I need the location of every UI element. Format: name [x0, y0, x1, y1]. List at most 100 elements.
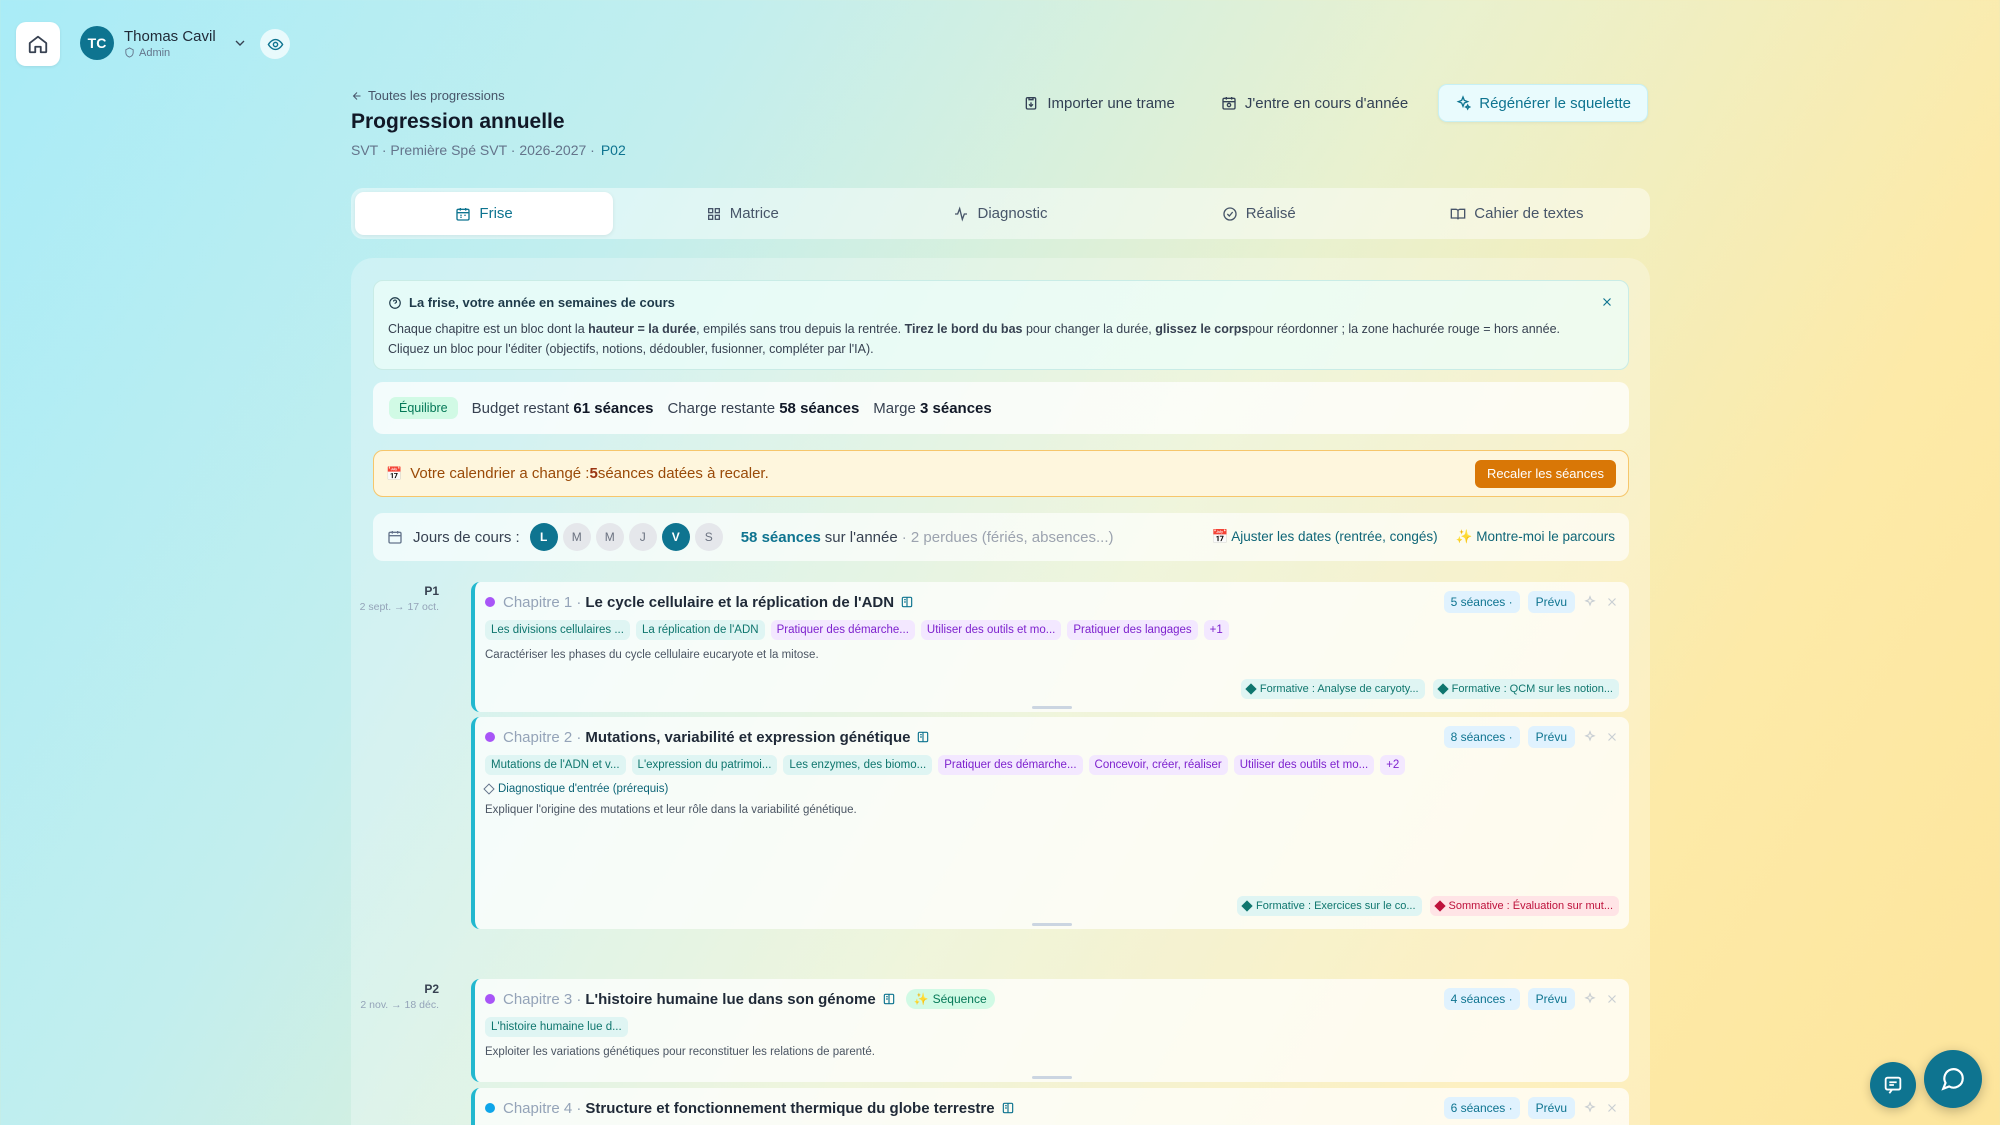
tab-frise[interactable]: Frise — [355, 192, 614, 235]
chapter-color-dot — [485, 597, 495, 607]
back-link[interactable]: Toutes les progressions — [351, 88, 505, 103]
status-pill[interactable]: Prévu — [1527, 988, 1575, 1010]
adjust-dates-link[interactable]: 📅 Ajuster les dates (rentrée, congés) — [1211, 529, 1437, 545]
day-chip[interactable]: L — [529, 523, 558, 551]
book-icon[interactable] — [1001, 1101, 1015, 1115]
chapter-number: Chapitre 2 · — [503, 728, 582, 746]
calendar-icon — [455, 206, 471, 222]
subtitle-text: SVT · Première Spé SVT · 2026-2027 · — [351, 142, 595, 158]
day-chip[interactable]: S — [694, 523, 723, 551]
info-text-bold: glissez le corps — [1155, 322, 1249, 336]
sparkles-icon[interactable] — [1583, 730, 1597, 744]
close-icon[interactable] — [1605, 1101, 1619, 1115]
sequence-badge[interactable]: ✨ Séquence — [905, 989, 995, 1009]
notion-tag[interactable]: L'expression du patrimoi... — [631, 755, 778, 775]
alert-count: 5 — [589, 465, 598, 482]
period-dates: 2 sept. → 17 oct. — [359, 601, 439, 613]
enter-midyear-button[interactable]: J'entre en cours d'année — [1205, 84, 1424, 122]
more-tags[interactable]: +1 — [1203, 620, 1229, 640]
evaluation-tag[interactable]: Formative : Exercices sur le co... — [1237, 896, 1422, 916]
preview-toggle[interactable] — [260, 29, 290, 59]
regenerate-button[interactable]: Régénérer le squelette — [1438, 84, 1648, 122]
seances-pill[interactable]: 4 séances · — [1443, 988, 1520, 1010]
feedback-button[interactable] — [1870, 1062, 1916, 1108]
chat-button[interactable] — [1924, 1050, 1982, 1108]
status-pill[interactable]: Prévu — [1527, 1097, 1575, 1119]
notion-tag[interactable]: L'histoire humaine lue d... — [485, 1017, 628, 1037]
evaluation-tag[interactable]: Sommative : Évaluation sur mut... — [1429, 896, 1619, 916]
chevron-down-icon[interactable] — [232, 35, 248, 51]
chapter-block[interactable]: Chapitre 1 · Le cycle cellulaire et la r… — [471, 582, 1629, 712]
skill-tag[interactable]: Concevoir, créer, réaliser — [1088, 755, 1228, 775]
budget-bar: Équilibre Budget restant 61 séances Char… — [373, 382, 1629, 434]
day-chip[interactable]: M — [562, 523, 591, 551]
chat-bubble-icon — [1940, 1066, 1966, 1092]
user-role-label: Admin — [139, 46, 171, 59]
book-icon[interactable] — [882, 992, 896, 1006]
skill-tag[interactable]: Utiliser des outils et mo... — [920, 620, 1062, 640]
tab-label: Réalisé — [1245, 205, 1296, 222]
seances-pill[interactable]: 5 séances · — [1443, 591, 1520, 613]
user-menu[interactable]: TC Thomas Cavil Admin — [80, 26, 248, 60]
sparkles-icon — [1455, 95, 1472, 111]
diamond-outline-icon — [483, 783, 495, 795]
tab-label: Frise — [479, 205, 513, 222]
status-pill[interactable]: Prévu — [1527, 726, 1575, 748]
info-text-bold: Tirez le bord du bas — [904, 322, 1023, 336]
arrow-left-icon — [351, 90, 363, 102]
adjust-dates-label: Ajuster les dates (rentrée, congés) — [1231, 529, 1438, 544]
period-label: P1 2 sept. → 17 oct. — [351, 584, 439, 613]
resize-handle[interactable] — [1032, 706, 1072, 709]
enter-midyear-label: J'entre en cours d'année — [1244, 94, 1409, 112]
chapter-color-dot — [485, 994, 495, 1004]
header-actions: Importer une trame J'entre en cours d'an… — [1007, 84, 1648, 122]
notion-tag[interactable]: Les divisions cellulaires ... — [485, 620, 630, 640]
sparkles-icon[interactable] — [1583, 1101, 1597, 1115]
skill-tag[interactable]: Utiliser des outils et mo... — [1233, 755, 1375, 775]
import-button[interactable]: Importer une trame — [1007, 84, 1191, 122]
tab-diagnostic[interactable]: Diagnostic — [871, 192, 1129, 235]
skill-tag[interactable]: Pratiquer des démarche... — [770, 620, 915, 640]
diagnostic-link[interactable]: Diagnostique d'entrée (prérequis) — [483, 783, 1619, 795]
chapter-color-dot — [485, 732, 495, 742]
chapter-tags: L'histoire humaine lue d... — [485, 1017, 1619, 1037]
sparkles-icon[interactable] — [1583, 595, 1597, 609]
user-name: Thomas Cavil — [124, 27, 216, 45]
evaluation-tag[interactable]: Formative : Analyse de caryoty... — [1240, 679, 1425, 699]
close-icon[interactable] — [1605, 730, 1619, 744]
tab-cahier[interactable]: Cahier de textes — [1388, 192, 1646, 235]
evaluation-tag[interactable]: Formative : QCM sur les notion... — [1432, 679, 1619, 699]
day-chip[interactable]: V — [661, 523, 690, 551]
notion-tag[interactable]: Les enzymes, des biomo... — [783, 755, 933, 775]
calendar-clock-icon — [1221, 95, 1237, 111]
skill-tag[interactable]: Pratiquer des langages — [1067, 620, 1198, 640]
close-icon[interactable] — [1600, 295, 1614, 309]
alert-text: séances datées à recaler. — [597, 465, 769, 482]
status-pill[interactable]: Prévu — [1527, 591, 1575, 613]
book-icon[interactable] — [900, 595, 914, 609]
more-tags[interactable]: +2 — [1380, 755, 1406, 775]
notion-tag[interactable]: Mutations de l'ADN et v... — [485, 755, 626, 775]
days-label: Jours de cours : — [413, 528, 520, 546]
day-chip[interactable]: J — [628, 523, 657, 551]
sparkles-icon[interactable] — [1583, 992, 1597, 1006]
day-chip[interactable]: M — [595, 523, 624, 551]
seances-pill[interactable]: 8 séances · — [1443, 726, 1520, 748]
tab-matrice[interactable]: Matrice — [613, 192, 871, 235]
tab-realise[interactable]: Réalisé — [1130, 192, 1388, 235]
recaler-button[interactable]: Recaler les séances — [1474, 459, 1616, 488]
skill-tag[interactable]: Pratiquer des démarche... — [938, 755, 1083, 775]
resize-handle[interactable] — [1032, 1076, 1072, 1079]
home-button[interactable] — [16, 22, 60, 66]
show-path-link[interactable]: ✨ Montre-moi le parcours — [1456, 529, 1615, 545]
chapter-description: Exploiter les variations génétiques pour… — [485, 1046, 875, 1058]
close-icon[interactable] — [1605, 595, 1619, 609]
resize-handle[interactable] — [1032, 923, 1072, 926]
seances-pill[interactable]: 6 séances · — [1443, 1097, 1520, 1119]
close-icon[interactable] — [1605, 992, 1619, 1006]
chapter-block[interactable]: Chapitre 3 · L'histoire humaine lue dans… — [471, 979, 1629, 1082]
chapter-block[interactable]: Chapitre 4 · Structure et fonctionnement… — [471, 1088, 1629, 1125]
notion-tag[interactable]: La réplication de l'ADN — [635, 620, 765, 640]
book-icon[interactable] — [916, 730, 930, 744]
chapter-block[interactable]: Chapitre 2 · Mutations, variabilité et e… — [471, 717, 1629, 929]
